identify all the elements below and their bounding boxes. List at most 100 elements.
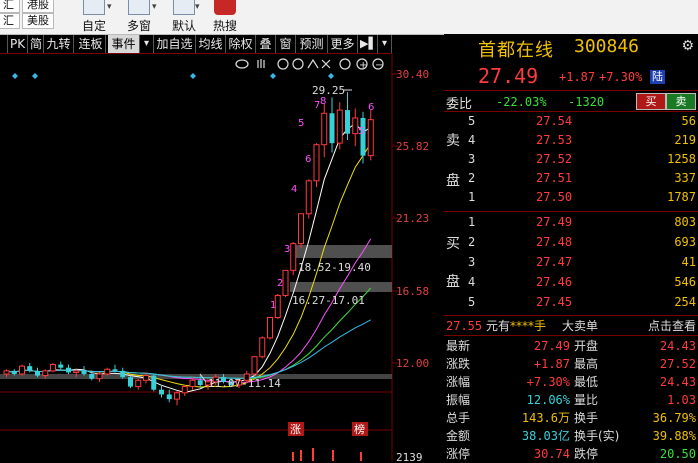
candle[interactable]	[305, 180, 312, 215]
ask-row[interactable]: 2 27.51 337	[444, 169, 698, 188]
multi-window-dropdown-arrow-icon[interactable]: ▾	[152, 2, 157, 12]
big-order-price: 27.55	[446, 319, 483, 333]
collapse-arrow-icon[interactable]: ▶▌	[358, 35, 378, 53]
buy-button[interactable]: 买	[636, 93, 666, 110]
event-marker-icon[interactable]	[12, 73, 18, 79]
custom-dropdown-arrow-icon[interactable]: ▾	[107, 2, 112, 12]
tab-window[interactable]: 窗	[276, 35, 296, 53]
candle[interactable]	[112, 369, 118, 371]
tab-more[interactable]: 更多	[328, 35, 358, 53]
candle[interactable]	[336, 109, 343, 144]
ask-row[interactable]: 1 27.50 1787	[444, 188, 698, 207]
connect-badge[interactable]: 陆	[650, 70, 665, 84]
event-marker-icon[interactable]	[190, 73, 196, 79]
candle[interactable]	[174, 392, 180, 400]
stat-row: 涨停 30.74 跌停 20.50	[446, 447, 696, 461]
candle[interactable]	[259, 337, 266, 358]
tab-forecast[interactable]: 预测	[296, 35, 328, 53]
candle[interactable]	[42, 370, 49, 377]
candle[interactable]	[27, 366, 33, 371]
candle[interactable]	[197, 380, 203, 385]
candle[interactable]	[81, 370, 87, 374]
shortcut-button[interactable]: 汇	[0, 0, 20, 13]
hand-icon[interactable]	[257, 59, 265, 68]
ask-row[interactable]: 3 27.52 1258	[444, 150, 698, 169]
candle[interactable]	[19, 365, 25, 375]
candle[interactable]	[120, 370, 126, 378]
ask-row[interactable]: 4 27.53 219	[444, 131, 698, 150]
trend-icon[interactable]	[307, 58, 319, 69]
candle[interactable]	[35, 370, 40, 376]
bid-row[interactable]: 1 27.49 803	[444, 213, 698, 232]
hot-search-button[interactable]: 热搜	[203, 0, 247, 34]
tab-overlay[interactable]: 叠	[256, 35, 276, 53]
click-to-view-link[interactable]: 点击查看	[648, 317, 696, 335]
toolbar-dropdown-arrow-icon[interactable]: ▾	[378, 35, 392, 53]
high-price-label: 29.25	[312, 84, 345, 97]
candle[interactable]	[58, 364, 64, 368]
tab-nine-turn[interactable]: 九转	[44, 35, 74, 53]
candle[interactable]	[50, 364, 56, 372]
candle[interactable]	[329, 113, 335, 144]
bid-row[interactable]: 4 27.46 546	[444, 273, 698, 292]
us-stock-button[interactable]: 美股	[22, 13, 54, 29]
play-next-icon[interactable]	[292, 58, 304, 70]
tab-simple[interactable]: 简	[28, 35, 44, 53]
candle[interactable]	[367, 119, 374, 157]
candle[interactable]	[3, 370, 10, 375]
candle[interactable]	[66, 367, 71, 373]
minus-circle-icon[interactable]	[339, 58, 351, 70]
candle[interactable]	[128, 377, 133, 387]
candle[interactable]	[298, 213, 304, 245]
candle[interactable]	[11, 370, 17, 374]
hk-stock-button[interactable]: 港股	[22, 0, 54, 13]
default-dropdown-arrow-icon[interactable]: ▾	[195, 2, 200, 12]
candle[interactable]	[313, 144, 320, 182]
candle[interactable]	[282, 269, 289, 296]
tab-ex-rights[interactable]: 除权	[226, 35, 256, 53]
sell-button[interactable]: 卖	[666, 93, 696, 110]
candle[interactable]	[159, 389, 164, 395]
candle[interactable]	[352, 117, 359, 135]
fx-button[interactable]: 汇	[0, 13, 20, 29]
candle[interactable]	[151, 375, 157, 390]
candle[interactable]	[189, 379, 196, 388]
candle[interactable]	[321, 112, 328, 146]
candle[interactable]	[135, 379, 142, 388]
bid-row[interactable]: 2 27.48 693	[444, 233, 698, 252]
eye-icon[interactable]	[235, 59, 249, 69]
settings-gear-icon[interactable]: ⚙	[681, 38, 694, 54]
candle[interactable]	[73, 370, 80, 373]
top-toolbar: 汇 港股 汇 美股 自定 ▾ 多窗 ▾ 默认 ▾ 热搜	[0, 0, 698, 35]
candle[interactable]	[290, 243, 297, 271]
candle[interactable]	[251, 356, 258, 375]
events-dropdown-arrow-icon[interactable]: ▾	[140, 35, 154, 53]
streak-counter: 2	[277, 278, 283, 289]
bid-row[interactable]: 3 27.47 41	[444, 253, 698, 272]
zoom-in-glyph: +	[359, 60, 367, 71]
candle[interactable]	[345, 110, 350, 134]
tab-moving-average[interactable]: 均线	[196, 35, 226, 53]
tab-limit-board[interactable]: 连板	[76, 35, 106, 53]
tab-add-watchlist[interactable]: 加自选	[154, 35, 196, 53]
candle[interactable]	[181, 386, 188, 394]
candle[interactable]	[89, 373, 95, 379]
tab-events[interactable]: 事件	[108, 35, 140, 53]
candle[interactable]	[267, 316, 273, 339]
candle[interactable]	[166, 394, 172, 400]
scissors-icon[interactable]	[321, 59, 331, 69]
candle[interactable]	[143, 375, 149, 381]
tab-pk[interactable]: PK	[8, 35, 28, 53]
event-marker-icon[interactable]	[270, 73, 276, 79]
event-marker-icon[interactable]	[32, 73, 38, 79]
kline-chart[interactable]: 30.40 25.82 21.23 16.58 12.00 2139 + − 2…	[0, 54, 444, 461]
stat-row: 振幅 12.06% 量比 1.03	[446, 393, 696, 407]
event-marker-icon[interactable]	[328, 73, 334, 79]
ask-row[interactable]: 5 27.54 56	[444, 112, 698, 131]
candle[interactable]	[96, 373, 103, 380]
candle[interactable]	[104, 368, 111, 375]
play-icon[interactable]	[277, 58, 289, 70]
kline-svg[interactable]: 30.40 25.82 21.23 16.58 12.00 2139 + − 2…	[0, 54, 444, 461]
default-icon	[173, 0, 195, 15]
bid-row[interactable]: 5 27.45 254	[444, 293, 698, 312]
